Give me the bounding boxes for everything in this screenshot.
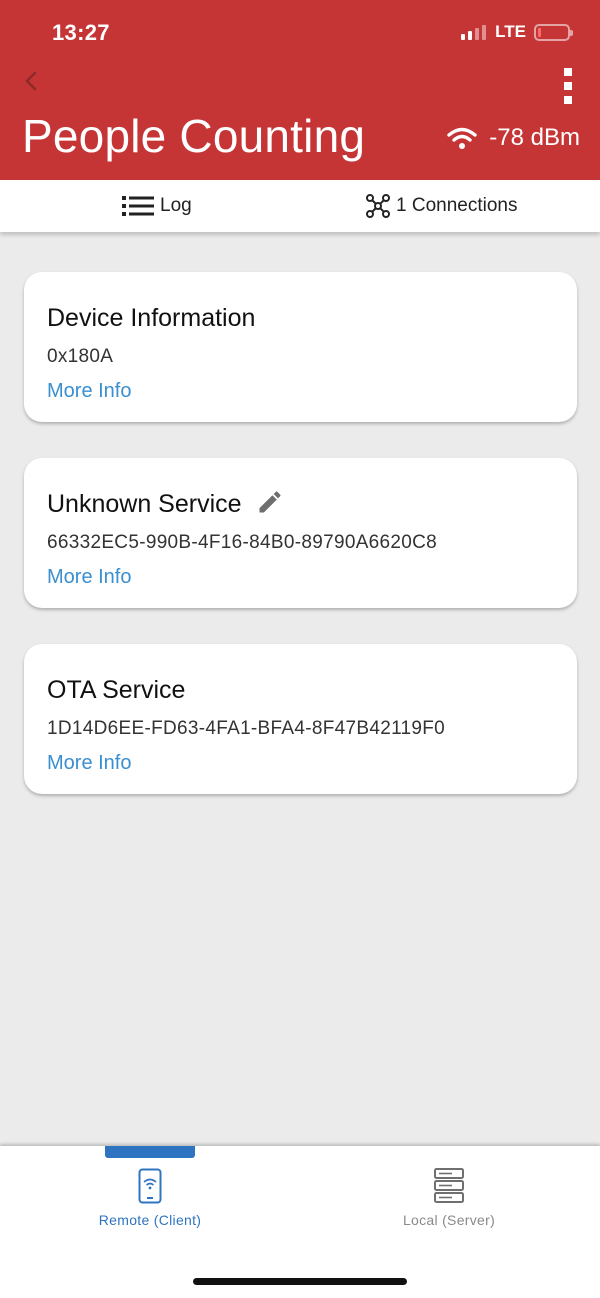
app-header: 13:27 LTE People Counting -78 dBm — [0, 0, 600, 180]
page-title: People Counting — [22, 110, 366, 162]
nav-remote-label: Remote (Client) — [98, 1212, 202, 1228]
service-name: Device Information — [47, 304, 256, 332]
service-uuid: 66332EC5-990B-4F16-84B0-89790A6620C8 — [47, 532, 438, 553]
service-card[interactable]: Unknown Service 66332EC5-990B-4F16-84B0-… — [24, 458, 577, 608]
rssi-indicator: -78 dBm — [447, 124, 580, 152]
service-uuid: 1D14D6EE-FD63-4FA1-BFA4-8F47B42119F0 — [47, 718, 446, 739]
nav-remote-client[interactable]: Remote (Client) — [50, 1168, 250, 1228]
tab-log[interactable]: Log — [122, 180, 192, 232]
rssi-value: -78 dBm — [489, 124, 580, 151]
service-card[interactable]: OTA Service 1D14D6EE-FD63-4FA1-BFA4-8F47… — [24, 644, 577, 794]
nav-local-label: Local (Server) — [402, 1212, 496, 1228]
service-uuid: 0x180A — [47, 346, 114, 367]
chevron-left-icon — [25, 71, 37, 91]
service-name: OTA Service — [47, 676, 186, 704]
wifi-icon — [447, 127, 477, 149]
tab-connections-label: 1 Connections — [396, 195, 518, 216]
service-name: Unknown Service — [47, 490, 242, 518]
network-icon — [366, 194, 390, 218]
nav-local-server[interactable]: Local (Server) — [349, 1168, 549, 1228]
menu-dot — [564, 82, 572, 90]
battery-icon — [534, 23, 573, 41]
home-indicator[interactable] — [193, 1278, 407, 1285]
more-info-link[interactable]: More Info — [47, 752, 131, 775]
tab-log-label: Log — [160, 195, 192, 216]
network-type: LTE — [495, 22, 526, 41]
bottom-navigation: Remote (Client) Local (Server) — [0, 1146, 600, 1298]
back-button[interactable] — [18, 66, 44, 96]
active-tab-indicator — [105, 1146, 195, 1158]
overflow-menu-button[interactable] — [560, 68, 576, 104]
more-info-link[interactable]: More Info — [47, 380, 131, 403]
status-indicators: LTE — [461, 22, 573, 42]
menu-dot — [564, 96, 572, 104]
more-info-link[interactable]: More Info — [47, 566, 131, 589]
menu-dot — [564, 68, 572, 76]
tab-connections[interactable]: 1 Connections — [366, 180, 517, 232]
service-name-row: Unknown Service — [47, 490, 284, 519]
phone-wifi-icon — [138, 1168, 162, 1204]
server-icon — [434, 1168, 464, 1203]
tab-bar: Log 1 Connections — [0, 180, 600, 232]
pencil-icon[interactable] — [256, 488, 284, 516]
status-time: 13:27 — [52, 20, 110, 45]
service-card[interactable]: Device Information 0x180A More Info — [24, 272, 577, 422]
cellular-signal-icon — [461, 25, 487, 40]
list-icon — [122, 196, 154, 216]
